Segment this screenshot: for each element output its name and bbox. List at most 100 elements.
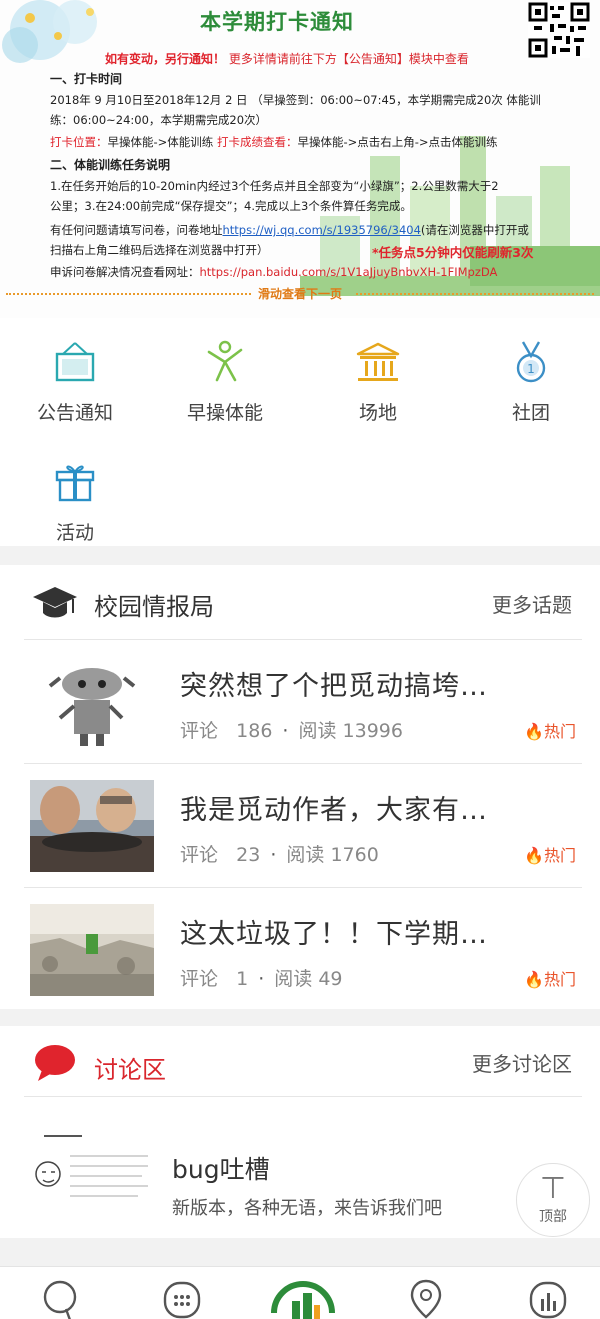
checkin-time-line-1: 2018年 9 月10日至2018年12月 2 日 （早操签到：06:00~07… xyxy=(50,93,541,107)
nav-label-club: 社团 xyxy=(511,402,550,424)
scroll-hint: 滑动查看下一页 xyxy=(258,287,343,301)
post-meta: 评论 186 · 阅读 13996 xyxy=(180,716,403,743)
flame-icon: 🔥 xyxy=(524,970,544,989)
change-notice-text: 如有变动，另行通知！ xyxy=(105,52,226,66)
qr-code-icon xyxy=(528,2,590,58)
training-line-2: 公里；3.在24:00前完成“保存提交”；4.完成以上3个条件算任务完成。 xyxy=(50,199,412,213)
discussion-section: 讨论区 更多讨论区 bug吐槽 新版本，各种无语，来告诉我们吧 xyxy=(0,1026,600,1238)
post-meta: 评论 23 · 阅读 1760 xyxy=(180,840,379,867)
building-icon xyxy=(356,342,400,381)
nav-item-venue[interactable]: 场地 xyxy=(303,340,453,425)
notice-board-icon xyxy=(55,342,95,382)
dotted-divider xyxy=(6,293,251,295)
svg-text:1: 1 xyxy=(527,362,535,376)
read-label: 阅读 xyxy=(286,844,325,866)
post-title: 这太垃圾了！！下学期… xyxy=(180,919,488,950)
comment-count: 186 xyxy=(236,720,273,742)
training-heading: 二、体能训练任务说明 xyxy=(50,158,171,172)
comment-label: 评论 xyxy=(180,844,219,866)
location-tab-icon[interactable] xyxy=(406,1277,446,1319)
location-label: 打卡位置： xyxy=(50,135,108,149)
post-item[interactable]: 这太垃圾了！！下学期… 评论 1 · 阅读 49 🔥热门 xyxy=(0,888,600,1012)
comment-count: 1 xyxy=(236,968,249,990)
stats-tab-icon[interactable] xyxy=(528,1277,568,1319)
post-thumbnail-photo xyxy=(30,780,154,872)
nav-label-venue: 场地 xyxy=(358,402,397,424)
bottom-tab-bar xyxy=(0,1266,600,1319)
read-label: 阅读 xyxy=(274,968,313,990)
speech-bubble-icon xyxy=(35,1045,75,1081)
training-line-1: 1.在任务开始后的10-20min内经过3个任务点并且全部变为“小绿旗”；2.公… xyxy=(50,179,499,193)
checkin-time-heading: 一、打卡时间 xyxy=(50,72,123,86)
gift-icon xyxy=(55,465,95,502)
more-details-text: 更多详情请前往下方【公告通知】模块中查看 xyxy=(228,52,469,66)
search-tab-icon[interactable] xyxy=(40,1277,80,1319)
hot-label: 热门 xyxy=(543,970,576,989)
post-meta: 评论 1 · 阅读 49 xyxy=(180,964,343,991)
nav-item-activity[interactable]: 活动 xyxy=(0,460,150,545)
post-title: 我是觅动作者，大家有… xyxy=(180,795,488,826)
read-count: 49 xyxy=(318,968,343,990)
nav-item-notice[interactable]: 公告通知 xyxy=(0,340,150,425)
post-item[interactable]: 我是觅动作者，大家有… 评论 23 · 阅读 1760 🔥热门 xyxy=(0,764,600,888)
post-thumbnail-rubble xyxy=(30,904,154,996)
questionnaire-line-2: 扫描右上角二维码后选择在浏览器中打开） xyxy=(50,243,269,257)
flame-icon: 🔥 xyxy=(524,722,544,741)
post-title: 突然想了个把觅动搞垮… xyxy=(180,671,488,702)
medal-icon: 1 xyxy=(516,341,546,383)
forum-name: bug吐槽 xyxy=(172,1155,270,1184)
separator-dot: · xyxy=(258,968,265,990)
hot-badge: 🔥热门 xyxy=(524,718,576,742)
nav-item-club[interactable]: 1 社团 xyxy=(456,340,600,425)
campus-intel-section: 校园情报局 更多话题 突然想了个把觅动搞垮… 评论 186 · 阅读 13996 🔥… xyxy=(0,565,600,1009)
hot-badge: 🔥热门 xyxy=(524,966,576,990)
read-count: 1760 xyxy=(330,844,379,866)
comment-label: 评论 xyxy=(180,968,219,990)
hot-badge: 🔥热门 xyxy=(524,842,576,866)
nav-label-morning-exercise: 早操体能 xyxy=(186,402,263,424)
banner-subtitle: 如有变动，另行通知！ 更多详情请前往下方【公告通知】模块中查看 xyxy=(105,50,469,67)
campus-section-title: 校园情报局 xyxy=(94,593,214,621)
checkin-notice-banner[interactable]: 本学期打卡通知 如有变动，另行通知！ 更多详情请前往下方【公告通知】模块中查看 … xyxy=(0,0,600,318)
location-text: 早操体能->体能训练 xyxy=(107,135,217,149)
feature-nav-grid: 公告通知 早操体能 场地 1 社团 活动 xyxy=(0,318,600,546)
graduation-cap-icon xyxy=(33,587,77,618)
arrow-up-icon: ⊤ xyxy=(539,1171,567,1206)
separator-dot: · xyxy=(270,844,277,866)
questionnaire-line: 有任何问题请填写问卷，问卷地址https://wj.qq.com/s/19357… xyxy=(50,222,529,238)
exercise-person-icon xyxy=(207,340,243,382)
read-label: 阅读 xyxy=(298,720,337,742)
questionnaire-link[interactable]: https://wj.qq.com/s/1935796/3404 xyxy=(223,223,421,237)
more-discussions-link[interactable]: 更多讨论区 xyxy=(472,1048,572,1077)
nav-label-activity: 活动 xyxy=(55,522,94,544)
appeal-link[interactable]: https://pan.baidu.com/s/1V1aJjuyBnbvXH-1… xyxy=(200,265,498,279)
checkin-time-line-2: 练：06:00~24:00，本学期需完成20次） xyxy=(50,113,268,127)
more-topics-link[interactable]: 更多话题 xyxy=(492,589,572,618)
dotted-divider xyxy=(356,293,594,295)
back-to-top-label: 顶部 xyxy=(539,1209,567,1225)
divider xyxy=(24,1096,582,1097)
post-thumbnail-cartoon xyxy=(30,656,154,748)
campus-section-header: 校园情报局 更多话题 xyxy=(0,565,600,639)
hot-label: 热门 xyxy=(543,846,576,865)
checkin-location-line: 打卡位置：早操体能->体能训练 打卡成绩查看：早操体能->点击右上角->点击体能… xyxy=(50,134,498,150)
questionnaire-text: 有任何问题请填写问卷，问卷地址 xyxy=(50,223,223,237)
banner-title: 本学期打卡通知 xyxy=(200,10,354,34)
back-to-top-button[interactable]: ⊤ 顶部 xyxy=(516,1163,590,1237)
score-label: 打卡成绩查看： xyxy=(216,135,298,149)
chat-tab-icon[interactable] xyxy=(162,1277,202,1319)
read-count: 13996 xyxy=(342,720,403,742)
refresh-note: *任务点5分钟内仅能刷新3次 xyxy=(372,245,534,260)
flame-icon: 🔥 xyxy=(524,846,544,865)
score-text: 早操体能->点击右上角->点击体能训练 xyxy=(297,135,498,149)
scroll-hint-row: 滑动查看下一页 xyxy=(0,284,600,302)
questionnaire-hint: (请在浏览器中打开或 xyxy=(420,223,529,237)
post-item[interactable]: 突然想了个把觅动搞垮… 评论 186 · 阅读 13996 🔥热门 xyxy=(0,640,600,764)
appeal-text: 申诉问卷解决情况查看网址： xyxy=(50,265,200,279)
forum-item-bug[interactable]: bug吐槽 新版本，各种无语，来告诉我们吧 xyxy=(0,1110,600,1238)
flower-decoration-icon xyxy=(2,0,97,63)
hot-label: 热门 xyxy=(543,722,576,741)
home-tab-icon[interactable] xyxy=(270,1273,336,1319)
comment-count: 23 xyxy=(236,844,261,866)
nav-item-morning-exercise[interactable]: 早操体能 xyxy=(150,340,300,425)
